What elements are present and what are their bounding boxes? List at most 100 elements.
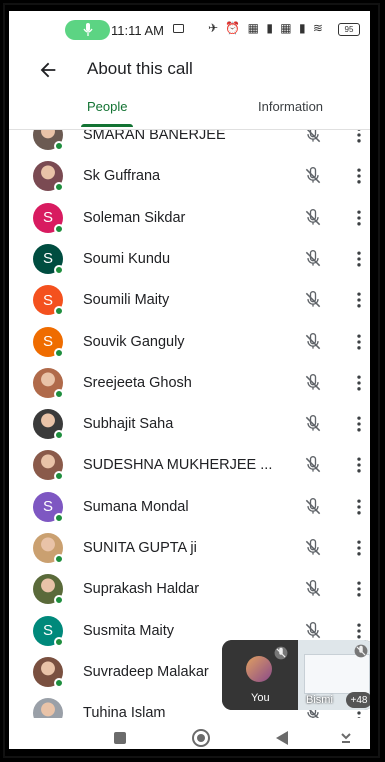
mic-off-icon bbox=[305, 415, 321, 432]
mic-off-icon bbox=[305, 580, 321, 597]
online-status-dot bbox=[54, 595, 64, 606]
online-status-dot bbox=[54, 347, 64, 358]
participant-list[interactable]: SMARAN BANERJEE Sk Guffrana S Soleman Sikda… bbox=[9, 130, 370, 718]
participant-row[interactable]: Sk Guffrana bbox=[9, 157, 370, 198]
more-options-icon[interactable] bbox=[349, 621, 369, 641]
page-title: About this call bbox=[87, 59, 193, 78]
more-options-icon[interactable] bbox=[349, 414, 369, 434]
app-header: About this call bbox=[9, 49, 370, 89]
participant-name: Soleman Sikdar bbox=[83, 209, 186, 226]
recents-icon[interactable] bbox=[113, 731, 127, 745]
avatar-initial: S bbox=[42, 333, 53, 350]
mic-off-icon bbox=[306, 130, 321, 143]
mic-off-icon bbox=[305, 497, 321, 514]
online-status-dot bbox=[54, 636, 64, 647]
more-options-icon[interactable] bbox=[349, 332, 369, 352]
mic-off-icon bbox=[305, 291, 321, 308]
more-options-icon[interactable] bbox=[349, 579, 369, 599]
avatar-initial: S bbox=[42, 622, 53, 640]
pip-other-label: Bismi bbox=[306, 694, 333, 706]
online-status-dot bbox=[54, 182, 64, 193]
phone-screen: 11:11 AM ✈ ⏰ ▦ ▮ ▦ ▮ ≋ 95 About this cal… bbox=[9, 11, 370, 749]
participant-row[interactable]: S Soumi Kundu bbox=[9, 240, 370, 281]
home-icon[interactable] bbox=[191, 728, 211, 748]
participant-name: Souvik Ganguly bbox=[83, 333, 185, 350]
system-nav-bar bbox=[9, 723, 370, 749]
mic-off-icon bbox=[305, 332, 321, 349]
mic-off-icon bbox=[274, 646, 288, 660]
participant-row[interactable]: SMARAN BANERJEE bbox=[9, 130, 370, 157]
more-options-icon[interactable] bbox=[349, 538, 369, 558]
more-options-icon[interactable] bbox=[349, 166, 369, 186]
tab-information[interactable]: Information bbox=[258, 99, 323, 114]
participant-row[interactable]: SUNITA GUPTA ji bbox=[9, 529, 370, 570]
nav-expand-icon[interactable] bbox=[339, 732, 353, 744]
status-time: 11:11 AM bbox=[111, 23, 164, 38]
active-mic-indicator[interactable] bbox=[65, 20, 110, 40]
more-options-icon[interactable] bbox=[349, 130, 369, 145]
participant-name: Susmita Maity bbox=[83, 622, 175, 639]
mic-off-icon bbox=[354, 644, 368, 658]
participant-row[interactable]: S Souvik Ganguly bbox=[9, 323, 370, 364]
online-status-dot bbox=[54, 430, 64, 441]
pip-window[interactable]: You Bismi +48 bbox=[222, 640, 370, 710]
mic-off-icon bbox=[305, 167, 321, 184]
participant-row[interactable]: Subhajit Saha bbox=[9, 405, 370, 446]
participant-name: Soumili Maity bbox=[83, 292, 170, 309]
participant-row[interactable]: S Soumili Maity bbox=[9, 281, 370, 322]
active-tab-indicator bbox=[81, 124, 133, 127]
participant-row[interactable]: Suprakash Haldar bbox=[9, 570, 370, 611]
participant-name: SUNITA GUPTA ji bbox=[83, 540, 197, 556]
participant-row[interactable]: S Soleman Sikdar bbox=[9, 199, 370, 240]
avatar bbox=[33, 698, 63, 718]
mic-icon bbox=[82, 23, 93, 36]
online-status-dot bbox=[54, 223, 64, 234]
battery-level: 95 bbox=[344, 25, 354, 34]
mic-off-icon bbox=[305, 249, 321, 267]
status-bar: 11:11 AM ✈ ⏰ ▦ ▮ ▦ ▮ ≋ 95 bbox=[9, 11, 370, 41]
back-nav-icon[interactable] bbox=[275, 730, 289, 746]
avatar-initial: S bbox=[42, 250, 53, 268]
more-options-icon[interactable] bbox=[349, 373, 369, 393]
mic-off-icon bbox=[305, 539, 321, 556]
online-status-dot bbox=[54, 306, 64, 317]
participant-name: SUDESHNA MUKHERJEE ... bbox=[83, 457, 273, 474]
participant-row[interactable]: SUDESHNA MUKHERJEE ... bbox=[9, 446, 370, 487]
mic-off-icon bbox=[305, 621, 321, 638]
participant-row[interactable]: Sreejeeta Ghosh bbox=[9, 364, 370, 405]
online-status-dot bbox=[54, 471, 64, 482]
cast-icon bbox=[173, 24, 184, 33]
back-arrow-icon[interactable] bbox=[37, 59, 59, 81]
mic-off-icon bbox=[305, 373, 321, 390]
participant-name: Suvradeep Malakar bbox=[83, 663, 209, 680]
more-options-icon[interactable] bbox=[349, 290, 369, 310]
more-options-icon[interactable] bbox=[349, 497, 369, 517]
participant-name: SMARAN BANERJEE bbox=[83, 130, 226, 143]
pip-extra-count: +48 bbox=[346, 692, 370, 708]
pip-self-label: You bbox=[251, 692, 270, 704]
online-status-dot bbox=[54, 554, 64, 564]
online-status-dot bbox=[54, 141, 64, 151]
more-options-icon[interactable] bbox=[349, 249, 369, 269]
participant-name: Sumana Mondal bbox=[83, 498, 189, 515]
pip-self-avatar bbox=[246, 656, 272, 682]
participant-name: Sk Guffrana bbox=[83, 168, 161, 185]
mic-off-icon bbox=[305, 456, 321, 473]
online-status-dot bbox=[54, 677, 64, 688]
avatar-initial: S bbox=[42, 209, 53, 227]
participant-name: Tuhina Islam bbox=[83, 705, 166, 718]
participant-name: Subhajit Saha bbox=[83, 416, 174, 433]
participant-name: Soumi Kundu bbox=[83, 250, 171, 267]
pip-self-tile: You bbox=[222, 640, 298, 710]
participant-row[interactable]: S Sumana Mondal bbox=[9, 488, 370, 529]
avatar-initial: S bbox=[42, 291, 53, 309]
participant-name: Suprakash Haldar bbox=[83, 581, 200, 598]
pip-shared-screen bbox=[304, 654, 370, 694]
participant-name: Sreejeeta Ghosh bbox=[83, 374, 192, 391]
more-options-icon[interactable] bbox=[349, 455, 369, 475]
tab-bar: People Information bbox=[9, 99, 370, 129]
battery-icon: 95 bbox=[338, 23, 360, 36]
more-options-icon[interactable] bbox=[349, 208, 369, 228]
tab-people[interactable]: People bbox=[87, 99, 127, 114]
avatar-initial: S bbox=[42, 498, 53, 516]
